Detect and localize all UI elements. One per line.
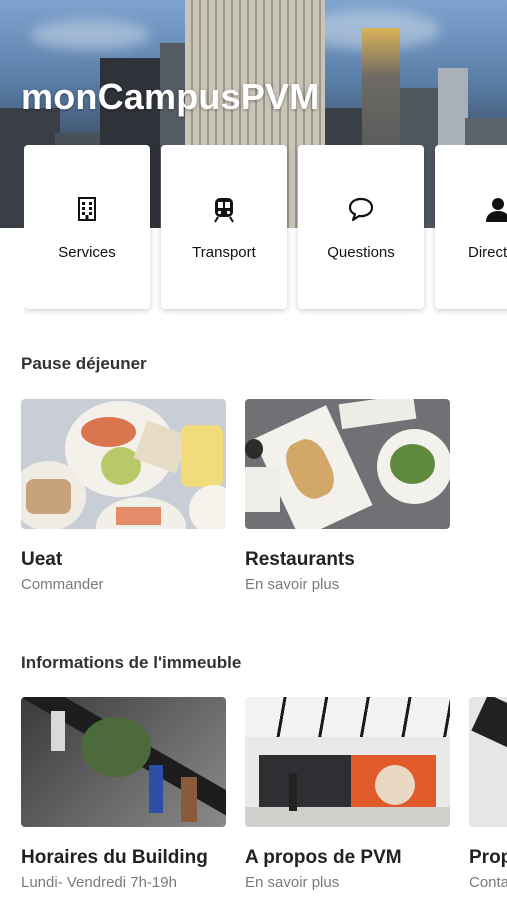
ueat-subtitle: Commander: [21, 576, 104, 593]
transport-card[interactable]: Transport: [161, 145, 287, 309]
lunch-row: Ueat Commander Restaurants En savoir plu…: [0, 399, 507, 599]
ueat-tile[interactable]: Ueat Commander: [21, 399, 226, 593]
art: [375, 765, 415, 805]
building-hours-tile[interactable]: Horaires du Building Lundi- Vendredi 7h-…: [21, 697, 226, 891]
quick-actions: Services Transport Questions Directory: [24, 145, 507, 315]
drink: [181, 425, 223, 487]
directory-label: Directory: [467, 244, 507, 261]
tablet: [471, 697, 507, 756]
properties-subtitle: Contact: [469, 874, 507, 891]
ueat-title: Ueat: [21, 549, 63, 570]
person-icon: [486, 198, 507, 222]
restaurants-subtitle: En savoir plus: [245, 576, 340, 593]
building-row: Horaires du Building Lundi- Vendredi 7h-…: [0, 697, 507, 900]
about-pvm-tile[interactable]: A propos de PVM En savoir plus: [245, 697, 450, 891]
person: [181, 777, 197, 822]
person: [289, 773, 297, 811]
escalator-image: [21, 697, 226, 827]
plate: [189, 485, 226, 529]
app-title: monCampusPVM: [21, 76, 320, 117]
properties-tile[interactable]: Propriétés Contact: [469, 697, 507, 891]
person: [149, 765, 163, 813]
services-label: Services: [58, 244, 116, 261]
building-section-title: Informations de l'immeuble: [21, 653, 242, 672]
services-card[interactable]: Services: [24, 145, 150, 309]
train-icon: [214, 198, 234, 223]
directory-card[interactable]: Directory: [435, 145, 507, 309]
about-pvm-title: A propos de PVM: [245, 847, 402, 868]
questions-card[interactable]: Questions: [298, 145, 424, 309]
plate: [338, 399, 417, 430]
lobby-image: [245, 697, 450, 827]
lunch-section-title: Pause déjeuner: [21, 354, 147, 373]
wall-panel: [259, 755, 351, 807]
restaurants-tile[interactable]: Restaurants En savoir plus: [245, 399, 450, 593]
wrap: [26, 479, 71, 514]
ceiling: [245, 697, 450, 737]
plate: [245, 467, 280, 512]
bowl: [245, 439, 263, 459]
chat-bubble-icon: [348, 197, 374, 222]
restaurants-title: Restaurants: [245, 549, 355, 570]
person: [51, 711, 65, 751]
ueat-food-image: [21, 399, 226, 529]
questions-label: Questions: [327, 244, 395, 261]
floor: [245, 807, 450, 827]
transport-label: Transport: [192, 244, 256, 261]
salad: [390, 444, 435, 484]
about-pvm-subtitle: En savoir plus: [245, 874, 340, 891]
building-hours-title: Horaires du Building: [21, 847, 208, 868]
plant: [81, 717, 151, 777]
building-hours-subtitle: Lundi- Vendredi 7h-19h: [21, 874, 177, 891]
salmon: [81, 417, 136, 447]
desk-image: [469, 697, 507, 827]
fish: [116, 507, 161, 525]
building-icon: [78, 197, 96, 221]
restaurants-food-image: [245, 399, 450, 529]
cloud: [30, 20, 150, 50]
properties-title: Propriétés: [469, 847, 507, 868]
